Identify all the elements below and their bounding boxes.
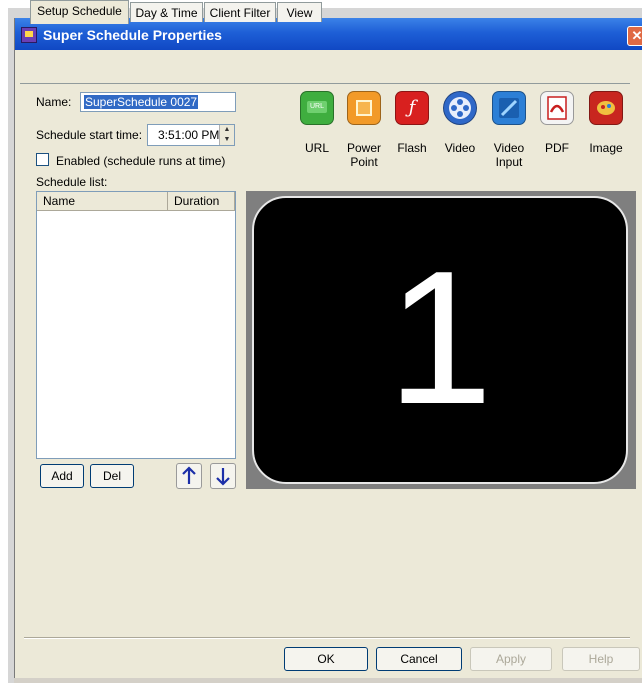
name-label: Name:	[36, 95, 72, 109]
add-button[interactable]: Add	[40, 464, 84, 488]
preview-number: 1	[387, 232, 493, 444]
del-button[interactable]: Del	[90, 464, 134, 488]
schedule-list[interactable]: Name Duration	[36, 191, 236, 459]
image-glyph	[597, 101, 615, 115]
cancel-button[interactable]: Cancel	[376, 647, 462, 671]
start-time-field[interactable]: 3:51:00 PM ▲ ▼	[147, 124, 235, 146]
media-label-image: Image	[589, 141, 623, 155]
time-spinner[interactable]: ▲ ▼	[219, 125, 234, 145]
tab-setup-schedule[interactable]: Setup Schedule	[30, 0, 129, 24]
preview-screen[interactable]: 1	[252, 196, 628, 484]
url-icon-glyph: URL	[307, 101, 327, 113]
video-icon[interactable]	[443, 91, 477, 125]
media-label-flash: Flash	[397, 141, 427, 155]
help-button[interactable]: Help	[562, 647, 640, 671]
url-icon[interactable]: URL	[300, 91, 334, 125]
powerpoint-icon[interactable]	[347, 91, 381, 125]
name-input-value: SuperSchedule 0027	[84, 95, 199, 109]
media-label-pdf: PDF	[545, 141, 569, 155]
enabled-checkbox[interactable]	[36, 153, 49, 166]
video-input-glyph	[499, 98, 519, 118]
media-label-video: Video	[444, 141, 476, 155]
flash-icon[interactable]: ƒ	[395, 91, 429, 125]
schedule-list-label: Schedule list:	[36, 175, 108, 189]
video-input-icon[interactable]	[492, 91, 526, 125]
name-input[interactable]: SuperSchedule 0027	[80, 92, 236, 112]
tab-view[interactable]: View	[277, 2, 322, 22]
start-time-label: Schedule start time:	[36, 128, 143, 142]
start-time-value: 3:51:00 PM	[158, 128, 220, 142]
arrow-down-icon	[216, 468, 230, 486]
ok-button[interactable]: OK	[284, 647, 368, 671]
video-reel-icon	[449, 97, 471, 119]
tab-client-filter[interactable]: Client Filter	[204, 2, 276, 22]
move-up-button[interactable]	[176, 463, 202, 489]
pdf-icon[interactable]	[540, 91, 574, 125]
bottom-edge	[14, 678, 642, 683]
spin-up-icon[interactable]: ▲	[220, 125, 234, 135]
window-title: Super Schedule Properties	[43, 27, 222, 43]
powerpoint-icon-glyph	[356, 100, 372, 116]
spin-down-icon[interactable]: ▼	[220, 135, 234, 145]
tab-day-time[interactable]: Day & Time	[130, 2, 203, 22]
column-header-name[interactable]: Name	[37, 192, 168, 211]
image-icon[interactable]	[589, 91, 623, 125]
bottom-divider-highlight	[24, 638, 630, 639]
move-down-button[interactable]	[210, 463, 236, 489]
apply-button[interactable]: Apply	[470, 647, 552, 671]
enabled-label: Enabled (schedule runs at time)	[56, 154, 226, 168]
arrow-up-icon	[182, 466, 196, 484]
media-label-powerpoint: Power Point	[346, 141, 381, 169]
tab-panel-border	[20, 83, 630, 84]
flash-icon-glyph: ƒ	[408, 97, 416, 118]
app-icon	[21, 27, 37, 43]
pdf-glyph	[547, 96, 567, 120]
media-label-url: URL	[304, 141, 329, 155]
column-header-duration[interactable]: Duration	[168, 192, 235, 211]
media-label-video-input: Video Input	[493, 141, 525, 169]
close-button[interactable]: ✕	[627, 26, 642, 46]
